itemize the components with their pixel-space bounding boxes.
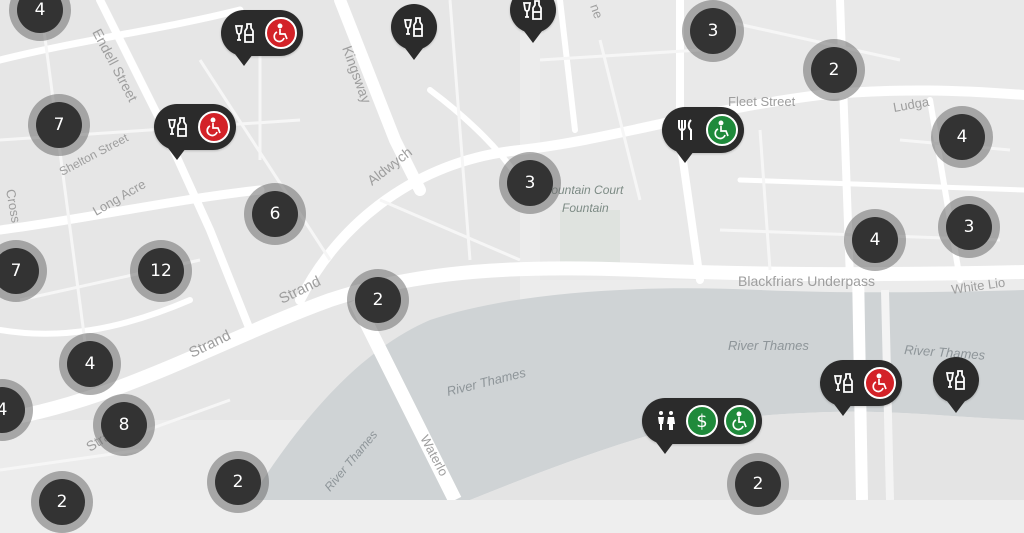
cluster-marker[interactable]: 3 xyxy=(938,196,1000,258)
poi-marker-bar-accessible[interactable] xyxy=(154,104,236,160)
bottle-glass-icon xyxy=(231,19,259,47)
dollar-icon: $ xyxy=(686,405,718,437)
poi-marker-bar[interactable] xyxy=(933,357,979,413)
cluster-count: 2 xyxy=(811,47,857,93)
poi-marker-toilets-paid-accessible[interactable]: $ xyxy=(642,398,762,454)
cluster-marker[interactable]: 2 xyxy=(727,453,789,515)
cluster-count: 12 xyxy=(138,248,184,294)
fork-knife-icon xyxy=(672,116,700,144)
bottle-glass-icon xyxy=(400,13,428,41)
street-label-blackfriars: Blackfriars Underpass xyxy=(738,273,875,289)
cluster-count: 2 xyxy=(39,479,85,525)
cluster-count: 8 xyxy=(101,402,147,448)
place-label-fountain: Fountain xyxy=(562,201,609,215)
cluster-count: 4 xyxy=(17,0,63,33)
cluster-marker[interactable]: 8 xyxy=(93,394,155,456)
cluster-marker[interactable]: 2 xyxy=(347,269,409,331)
cluster-marker[interactable]: 7 xyxy=(28,94,90,156)
street-label-fleet: Fleet Street xyxy=(728,94,796,109)
cluster-count: 7 xyxy=(36,102,82,148)
bottle-glass-icon xyxy=(830,369,858,397)
poi-marker-bar-accessible[interactable] xyxy=(221,10,303,66)
cluster-count: 2 xyxy=(215,459,261,505)
wheelchair-icon xyxy=(864,367,896,399)
poi-marker-bar-accessible[interactable] xyxy=(820,360,902,416)
bottle-glass-icon xyxy=(164,113,192,141)
cluster-count: 3 xyxy=(946,204,992,250)
cluster-marker[interactable]: 3 xyxy=(499,152,561,214)
cluster-count: 7 xyxy=(0,248,39,294)
cluster-count: 4 xyxy=(67,341,113,387)
cluster-count: 4 xyxy=(939,114,985,160)
cluster-count: 3 xyxy=(507,160,553,206)
poi-marker-restaurant-accessible[interactable] xyxy=(662,107,744,163)
toilets-icon xyxy=(652,407,680,435)
cluster-count: 6 xyxy=(252,191,298,237)
wheelchair-icon xyxy=(198,111,230,143)
cluster-marker[interactable]: 6 xyxy=(244,183,306,245)
cluster-count: 2 xyxy=(355,277,401,323)
cluster-count: 4 xyxy=(852,217,898,263)
wheelchair-icon xyxy=(724,405,756,437)
cluster-marker[interactable]: 3 xyxy=(682,0,744,62)
bottle-glass-icon xyxy=(942,366,970,394)
cluster-marker[interactable]: 2 xyxy=(31,471,93,533)
cluster-count: 3 xyxy=(690,8,736,54)
cluster-marker[interactable]: 2 xyxy=(207,451,269,513)
cluster-marker[interactable]: 4 xyxy=(844,209,906,271)
water-label-river-2: River Thames xyxy=(728,338,809,353)
cluster-marker[interactable]: 12 xyxy=(130,240,192,302)
cluster-count: 2 xyxy=(735,461,781,507)
cluster-marker[interactable]: 4 xyxy=(931,106,993,168)
cluster-count: 4 xyxy=(0,387,25,433)
cluster-marker[interactable]: 2 xyxy=(803,39,865,101)
wheelchair-icon xyxy=(706,114,738,146)
cluster-marker[interactable]: 4 xyxy=(59,333,121,395)
bottle-glass-icon xyxy=(519,0,547,24)
wheelchair-icon xyxy=(265,17,297,49)
poi-marker-bar[interactable] xyxy=(391,4,437,60)
